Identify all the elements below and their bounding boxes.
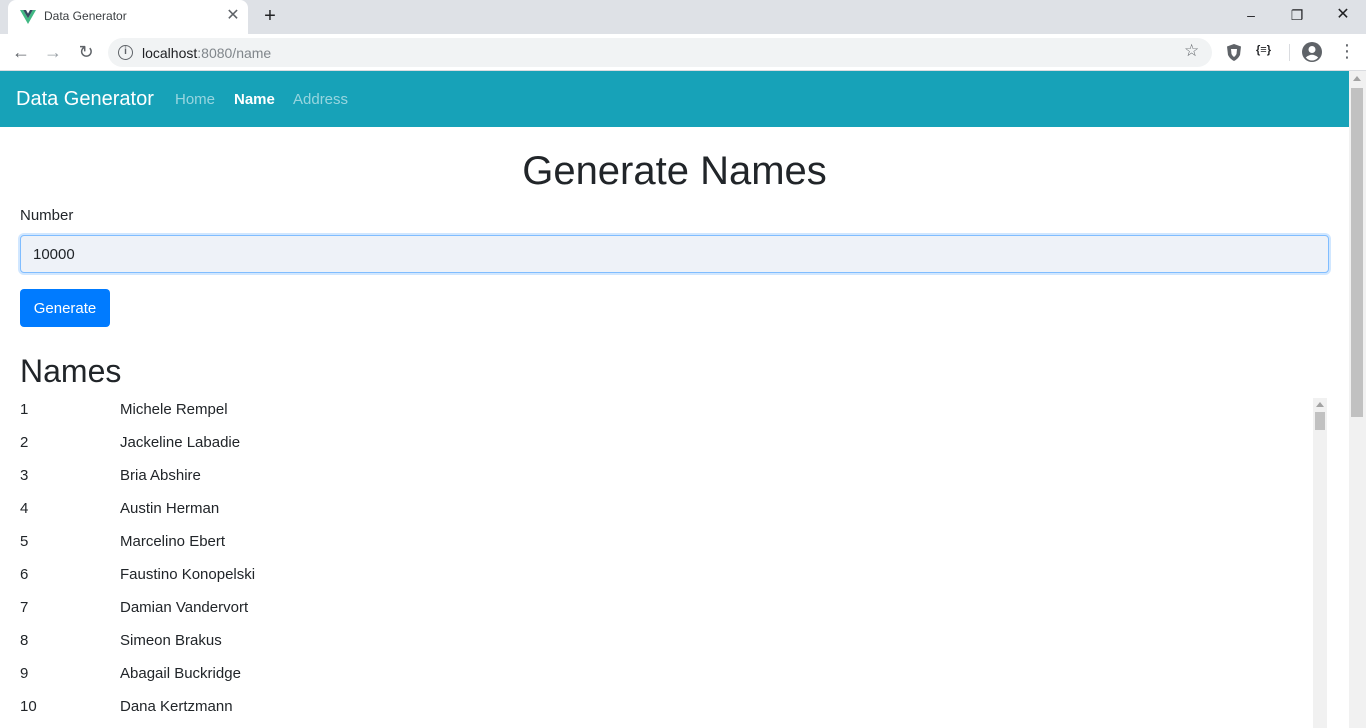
list-item: 10 Dana Kertzmann <box>20 690 1310 723</box>
vue-logo-icon <box>20 10 36 24</box>
page-viewport: Data Generator Home Name Address Generat… <box>0 71 1349 728</box>
tab-title: Data Generator <box>44 9 127 23</box>
list-item: 6 Faustino Konopelski <box>20 558 1310 591</box>
name-value: Faustino Konopelski <box>120 566 256 583</box>
url-path: :8080/name <box>197 45 272 61</box>
name-index: 1 <box>20 401 29 418</box>
name-value: Austin Herman <box>120 500 220 517</box>
toolbar-divider <box>1289 44 1290 61</box>
navbar-brand[interactable]: Data Generator <box>16 88 154 111</box>
nav-link-address[interactable]: Address <box>293 91 348 108</box>
shield-extension-icon[interactable] <box>1226 44 1242 61</box>
number-label: Number <box>20 207 74 224</box>
name-value: Abagail Buckridge <box>120 665 241 682</box>
list-item: 7 Damian Vandervort <box>20 591 1310 624</box>
name-index: 3 <box>20 467 29 484</box>
name-index: 6 <box>20 566 29 583</box>
number-input[interactable] <box>20 235 1329 273</box>
names-list[interactable]: 10 Dana Kertzmann 9 Abagail Buckridge 8 Simeo… <box>20 393 1330 728</box>
name-index: 2 <box>20 434 29 451</box>
browser-tab[interactable]: Data Generator ✕ <box>8 0 248 34</box>
kebab-menu-icon[interactable]: ⋮ <box>1338 40 1356 62</box>
bookmark-star-icon[interactable]: ☆ <box>1184 41 1199 61</box>
close-tab-icon[interactable]: ✕ <box>223 6 243 26</box>
app-navbar: Data Generator Home Name Address <box>0 71 1349 127</box>
names-heading: Names <box>20 353 122 389</box>
address-bar[interactable]: i localhost:8080/name ☆ <box>108 38 1212 67</box>
site-info-icon[interactable]: i <box>118 45 133 60</box>
name-index: 10 <box>20 698 37 715</box>
url-host: localhost <box>142 45 198 61</box>
restore-window-icon[interactable]: ❐ <box>1274 0 1320 32</box>
name-value: Jackeline Labadie <box>120 434 241 451</box>
json-extension-icon[interactable]: {≡} <box>1256 44 1271 56</box>
forward-arrow-icon[interactable]: → <box>40 39 66 65</box>
list-item: 5 Marcelino Ebert <box>20 525 1310 558</box>
name-index: 7 <box>20 599 29 616</box>
list-item: 2 Jackeline Labadie <box>20 426 1310 459</box>
browser-toolbar: ← → ↻ i localhost:8080/name ☆ {≡} ⋮ <box>0 34 1366 71</box>
name-index: 5 <box>20 533 29 550</box>
back-arrow-icon[interactable]: ← <box>8 39 34 65</box>
list-item: 1 Michele Rempel <box>20 393 1310 426</box>
name-index: 9 <box>20 665 29 682</box>
list-item: 8 Simeon Brakus <box>20 624 1310 657</box>
name-index: 8 <box>20 632 29 649</box>
name-value: Dana Kertzmann <box>120 698 233 715</box>
generate-button[interactable]: Generate <box>20 289 110 327</box>
url-text: localhost:8080/name <box>142 45 271 61</box>
minimize-window-icon[interactable]: – <box>1228 0 1274 32</box>
page-title: Generate Names <box>522 149 827 193</box>
list-item: 3 Bria Abshire <box>20 459 1310 492</box>
list-item: 9 Abagail Buckridge <box>20 657 1310 690</box>
nav-link-home[interactable]: Home <box>175 91 215 108</box>
scrollbar-thumb[interactable] <box>1315 412 1325 430</box>
scroll-up-arrow-icon[interactable] <box>1316 402 1324 407</box>
new-tab-icon[interactable]: + <box>258 4 282 28</box>
close-window-icon[interactable]: ✕ <box>1320 0 1366 32</box>
name-index: 4 <box>20 500 29 517</box>
reload-icon[interactable]: ↻ <box>73 39 99 65</box>
profile-avatar-icon[interactable] <box>1302 42 1322 62</box>
name-value: Simeon Brakus <box>120 632 222 649</box>
name-value: Michele Rempel <box>120 401 228 418</box>
name-value: Marcelino Ebert <box>120 533 226 550</box>
name-value: Bria Abshire <box>120 467 201 484</box>
scroll-up-arrow-icon[interactable] <box>1353 76 1361 81</box>
browser-tab-strip: Data Generator ✕ + – ❐ ✕ <box>0 0 1366 34</box>
page-scrollbar[interactable] <box>1349 71 1366 728</box>
names-list-scrollbar[interactable] <box>1313 398 1327 728</box>
nav-link-name[interactable]: Name <box>234 91 275 108</box>
list-item: 4 Austin Herman <box>20 492 1310 525</box>
name-value: Damian Vandervort <box>120 599 249 616</box>
scrollbar-thumb[interactable] <box>1351 88 1363 417</box>
